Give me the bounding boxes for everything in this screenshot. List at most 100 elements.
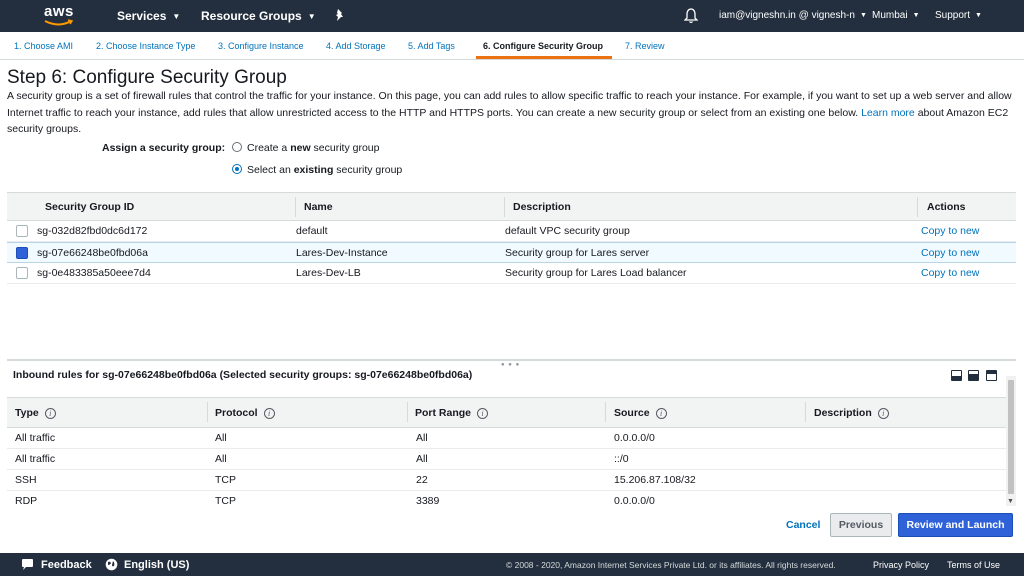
table-row[interactable]: sg-07e66248be0fbd06a Lares-Dev-Instance …	[7, 242, 1016, 263]
select-existing-radio[interactable]	[232, 164, 242, 174]
table-row[interactable]: sg-0e483385a50eee7d4 Lares-Dev-LB Securi…	[7, 263, 1016, 284]
scroll-down-icon[interactable]: ▼	[1007, 498, 1014, 505]
info-icon[interactable]: i	[655, 408, 667, 419]
previous-button[interactable]: Previous	[830, 513, 892, 537]
column-divider	[805, 402, 806, 422]
rule-type: SSH	[15, 474, 37, 486]
col-port-range-label: Port Range	[415, 407, 472, 419]
info-icon[interactable]: i	[877, 408, 889, 419]
rule-source: 0.0.0.0/0	[614, 495, 655, 506]
scrollbar-thumb[interactable]	[1008, 380, 1014, 494]
col-actions: Actions	[927, 201, 966, 213]
top-navigation-bar: aws Services ▼ Resource Groups ▼ iam@vigne…	[0, 0, 1024, 32]
table-row[interactable]: sg-032d82fbd0dc6d172 default default VPC…	[7, 221, 1016, 242]
table-header: Security Group ID Name Description Actio…	[7, 192, 1016, 221]
caret-down-icon: ▼	[859, 12, 867, 19]
rule-type: RDP	[15, 495, 38, 506]
drag-handle-icon[interactable]: ● ● ●	[501, 362, 520, 368]
rule-port: All	[416, 453, 428, 465]
col-protocol: Protocol i	[215, 407, 275, 419]
services-label: Services	[117, 9, 167, 23]
row-checkbox[interactable]	[16, 267, 28, 279]
rule-row: All traffic All All ::/0	[7, 449, 1006, 470]
col-source: Source i	[614, 407, 667, 419]
services-menu[interactable]: Services ▼	[117, 9, 180, 23]
copy-to-new-link[interactable]: Copy to new	[921, 247, 979, 259]
tab-choose-instance-type[interactable]: 2. Choose Instance Type	[96, 41, 195, 51]
col-source-label: Source	[614, 407, 650, 419]
panel-minimize-icon[interactable]	[951, 370, 962, 381]
language-selector[interactable]: English (US)	[124, 559, 189, 571]
create-new-sg-option[interactable]: Create a new security group	[232, 142, 380, 154]
support-menu[interactable]: Support ▼	[935, 10, 982, 21]
tab-review[interactable]: 7. Review	[625, 41, 665, 51]
account-menu[interactable]: iam@vigneshn.in @ vignesh-n ▼	[719, 10, 867, 21]
inbound-rules-title: Inbound rules for sg-07e66248be0fbd06a (…	[13, 369, 473, 381]
rule-protocol: All	[215, 432, 227, 444]
col-description-label: Description	[814, 407, 872, 419]
row-checkbox[interactable]	[16, 247, 28, 259]
tab-add-tags[interactable]: 5. Add Tags	[408, 41, 455, 51]
sg-id: sg-07e66248be0fbd06a	[37, 247, 148, 259]
info-icon[interactable]: i	[477, 408, 489, 419]
column-divider	[504, 197, 505, 217]
col-type: Type i	[15, 407, 56, 419]
cancel-button[interactable]: Cancel	[786, 519, 820, 531]
pin-icon[interactable]	[333, 8, 347, 22]
rule-source: 15.206.87.108/32	[614, 474, 696, 486]
info-icon[interactable]: i	[263, 408, 275, 419]
region-menu[interactable]: Mumbai ▼	[872, 10, 920, 21]
row-checkbox[interactable]	[16, 225, 28, 237]
terms-of-use-link[interactable]: Terms of Use	[947, 560, 1000, 570]
col-description[interactable]: Description	[513, 201, 571, 213]
col-type-label: Type	[15, 407, 39, 419]
feedback-icon	[22, 559, 33, 570]
page-title: Step 6: Configure Security Group	[7, 67, 287, 88]
col-port-range: Port Range i	[415, 407, 489, 419]
panel-resize-divider[interactable]	[7, 359, 1016, 361]
rule-protocol: TCP	[215, 495, 236, 506]
panel-maximize-icon[interactable]	[986, 370, 997, 381]
inbound-scrollbar[interactable]: ▼	[1006, 376, 1016, 506]
sg-id: sg-032d82fbd0dc6d172	[37, 225, 148, 237]
aws-smile-icon	[44, 19, 74, 26]
rule-port: All	[416, 432, 428, 444]
option-text: security group	[310, 142, 380, 154]
aws-logo[interactable]: aws	[44, 3, 78, 29]
privacy-policy-link[interactable]: Privacy Policy	[873, 560, 929, 570]
bell-icon[interactable]	[684, 8, 698, 24]
feedback-button[interactable]: Feedback	[41, 559, 92, 571]
globe-icon	[105, 558, 118, 571]
column-divider	[407, 402, 408, 422]
account-label: iam@vigneshn.in @ vignesh-n	[719, 10, 855, 21]
option-text: Select an	[247, 164, 294, 176]
col-description: Description i	[814, 407, 889, 419]
create-new-radio[interactable]	[232, 142, 242, 152]
sg-description: default VPC security group	[505, 225, 630, 237]
col-security-group-id[interactable]: Security Group ID	[45, 201, 134, 213]
copy-to-new-link[interactable]: Copy to new	[921, 267, 979, 279]
rule-type: All traffic	[15, 432, 56, 444]
column-divider	[917, 197, 918, 217]
inbound-rules-header: Type i Protocol i Port Range i Source i Desc…	[7, 397, 1006, 428]
panel-half-icon[interactable]	[968, 370, 979, 381]
tab-configure-instance[interactable]: 3. Configure Instance	[218, 41, 304, 51]
review-and-launch-button[interactable]: Review and Launch	[898, 513, 1013, 537]
support-label: Support	[935, 10, 971, 21]
tab-choose-ami[interactable]: 1. Choose AMI	[14, 41, 73, 51]
info-icon[interactable]: i	[44, 408, 56, 419]
resource-groups-menu[interactable]: Resource Groups ▼	[201, 9, 316, 23]
column-divider	[295, 197, 296, 217]
select-existing-sg-option[interactable]: Select an existing security group	[232, 164, 402, 176]
learn-more-link[interactable]: Learn more	[861, 107, 915, 119]
tab-configure-security-group[interactable]: 6. Configure Security Group	[483, 41, 603, 51]
copy-to-new-link[interactable]: Copy to new	[921, 225, 979, 237]
caret-down-icon: ▼	[307, 12, 316, 21]
tab-add-storage[interactable]: 4. Add Storage	[326, 41, 386, 51]
sg-name: Lares-Dev-LB	[296, 267, 361, 279]
rule-protocol: All	[215, 453, 227, 465]
rule-row: RDP TCP 3389 0.0.0.0/0	[7, 491, 1006, 506]
step-description: A security group is a set of firewall ru…	[7, 88, 1017, 138]
rule-port: 22	[416, 474, 428, 486]
col-name[interactable]: Name	[304, 201, 333, 213]
